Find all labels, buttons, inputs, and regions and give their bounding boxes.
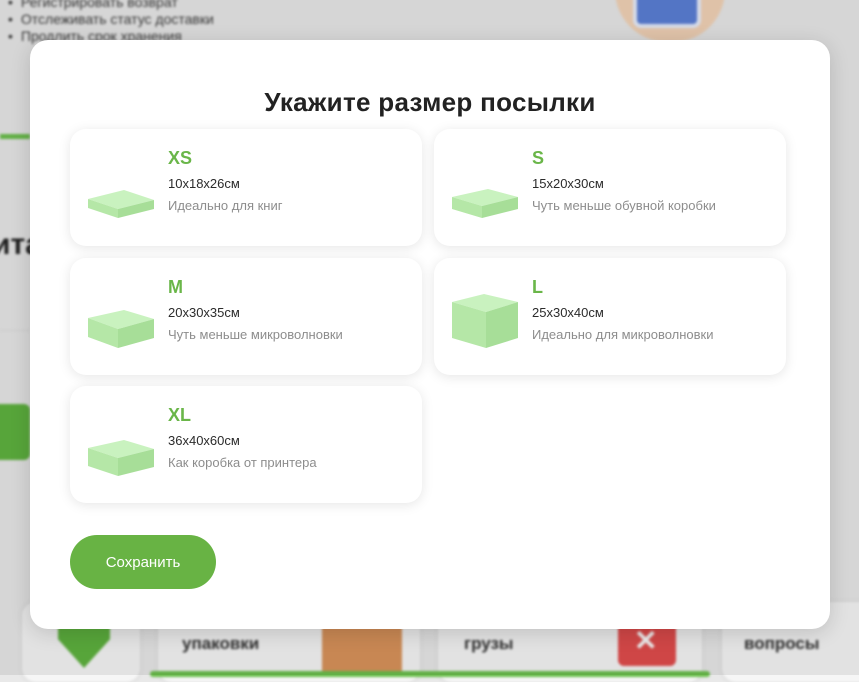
size-option-xs[interactable]: XS 10x18x26см Идеально для книг <box>70 129 422 246</box>
size-description: Идеально для микроволновки <box>532 327 714 342</box>
size-code: L <box>532 277 543 297</box>
size-dimensions: 15x20x30см <box>532 176 604 191</box>
save-button[interactable]: Сохранить <box>70 535 216 589</box>
size-code: M <box>168 277 183 297</box>
size-code: XS <box>168 148 193 168</box>
size-description: Как коробка от принтера <box>168 455 317 470</box>
size-option-m[interactable]: M 20x30x35см Чуть меньше микроволновки <box>70 258 422 375</box>
box-icon <box>452 294 518 348</box>
box-icon <box>88 440 154 476</box>
size-code: XL <box>168 405 192 425</box>
size-dimensions: 10x18x26см <box>168 176 240 191</box>
size-description: Чуть меньше обувной коробки <box>532 198 716 213</box>
box-icon <box>88 190 154 218</box>
size-dimensions: 20x30x35см <box>168 305 240 320</box>
size-code: S <box>532 148 545 168</box>
size-dimensions: 36x40x60см <box>168 433 240 448</box>
size-dimensions: 25x30x40см <box>532 305 604 320</box>
size-option-s[interactable]: S 15x20x30см Чуть меньше обувной коробки <box>434 129 786 246</box>
box-icon <box>88 310 154 348</box>
modal-title: Укажите размер посылки <box>264 87 596 117</box>
parcel-size-modal: Укажите размер посылки XS 10x18x26см Иде… <box>30 40 830 629</box>
size-description: Чуть меньше микроволновки <box>168 327 343 342</box>
size-description: Идеально для книг <box>168 198 283 213</box>
box-icon <box>452 189 518 218</box>
size-option-l[interactable]: L 25x30x40см Идеально для микроволновки <box>434 258 786 375</box>
size-option-xl[interactable]: XL 36x40x60см Как коробка от принтера <box>70 386 422 503</box>
